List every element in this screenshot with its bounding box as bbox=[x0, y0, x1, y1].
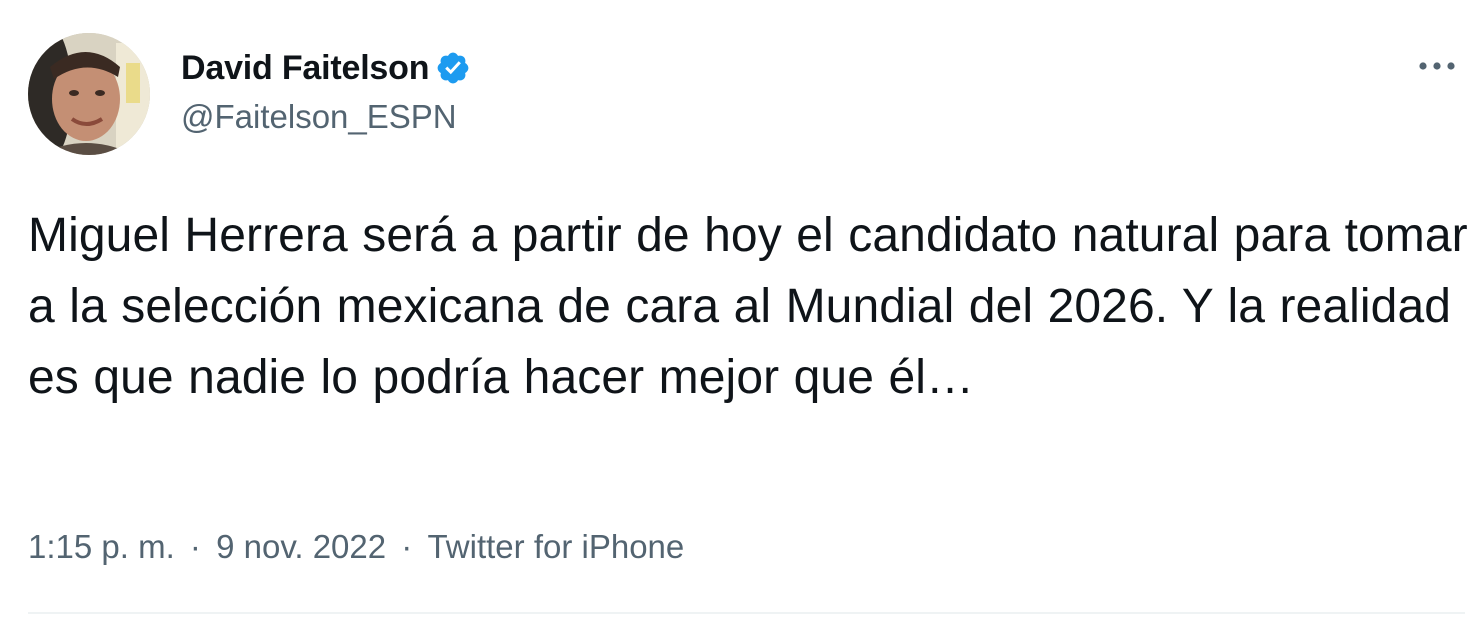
avatar-photo bbox=[28, 33, 150, 155]
tweet-text: Miguel Herrera será a partir de hoy el c… bbox=[28, 209, 1468, 404]
meta-separator: · bbox=[401, 528, 413, 565]
author-name-row: David Faitelson bbox=[181, 44, 471, 92]
tweet-source[interactable]: Twitter for iPhone bbox=[427, 528, 684, 566]
tweet-metadata: 1:15 p. m. · 9 nov. 2022 · Twitter for i… bbox=[28, 528, 684, 566]
tweet-date[interactable]: 9 nov. 2022 bbox=[216, 528, 386, 566]
verified-badge-icon bbox=[435, 50, 471, 86]
author-avatar[interactable] bbox=[28, 33, 150, 155]
tweet-time[interactable]: 1:15 p. m. bbox=[28, 528, 175, 566]
author-handle[interactable]: @Faitelson_ESPN bbox=[181, 98, 471, 136]
author-block: David Faitelson @Faitelson_ESPN bbox=[181, 44, 471, 136]
divider bbox=[28, 612, 1465, 614]
meta-separator: · bbox=[189, 528, 201, 565]
author-display-name[interactable]: David Faitelson bbox=[181, 49, 429, 88]
more-options-icon[interactable] bbox=[1413, 42, 1461, 90]
